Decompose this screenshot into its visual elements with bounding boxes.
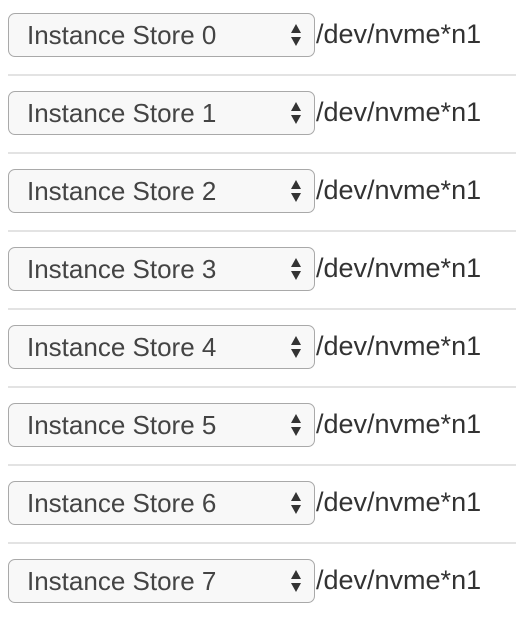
mapping-row: Instance Store 1 /dev/nvme*n1 bbox=[0, 91, 516, 169]
device-path: /dev/nvme*n1 bbox=[316, 409, 482, 439]
divider bbox=[8, 308, 516, 310]
mapping-row: Instance Store 4 /dev/nvme*n1 bbox=[0, 325, 516, 403]
instance-store-select[interactable]: Instance Store 3 bbox=[8, 247, 315, 291]
instance-store-select[interactable]: Instance Store 0 bbox=[8, 13, 315, 57]
instance-store-select[interactable]: Instance Store 5 bbox=[8, 403, 315, 447]
divider bbox=[8, 386, 516, 388]
mapping-row: Instance Store 2 /dev/nvme*n1 bbox=[0, 169, 516, 247]
select-value: Instance Store 6 bbox=[27, 488, 217, 518]
up-down-chevron-icon bbox=[291, 414, 301, 436]
up-down-chevron-icon bbox=[291, 570, 301, 592]
mapping-row: Instance Store 7 /dev/nvme*n1 bbox=[0, 559, 516, 637]
device-path: /dev/nvme*n1 bbox=[316, 253, 482, 283]
mapping-row: Instance Store 0 /dev/nvme*n1 bbox=[0, 13, 516, 91]
mapping-row: Instance Store 6 /dev/nvme*n1 bbox=[0, 481, 516, 559]
device-path: /dev/nvme*n1 bbox=[316, 175, 482, 205]
select-value: Instance Store 2 bbox=[27, 176, 217, 206]
select-value: Instance Store 7 bbox=[27, 566, 217, 596]
select-value: Instance Store 5 bbox=[27, 410, 217, 440]
select-value: Instance Store 0 bbox=[27, 20, 217, 50]
up-down-chevron-icon bbox=[291, 336, 301, 358]
instance-store-select[interactable]: Instance Store 2 bbox=[8, 169, 315, 213]
up-down-chevron-icon bbox=[291, 258, 301, 280]
device-path: /dev/nvme*n1 bbox=[316, 331, 482, 361]
select-value: Instance Store 1 bbox=[27, 98, 217, 128]
instance-store-select[interactable]: Instance Store 6 bbox=[8, 481, 315, 525]
up-down-chevron-icon bbox=[291, 180, 301, 202]
divider bbox=[8, 74, 516, 76]
select-value: Instance Store 4 bbox=[27, 332, 217, 362]
mapping-row: Instance Store 3 /dev/nvme*n1 bbox=[0, 247, 516, 325]
device-path: /dev/nvme*n1 bbox=[316, 565, 482, 595]
instance-store-select[interactable]: Instance Store 7 bbox=[8, 559, 315, 603]
up-down-chevron-icon bbox=[291, 24, 301, 46]
device-path: /dev/nvme*n1 bbox=[316, 487, 482, 517]
instance-store-mapping-list: Instance Store 0 /dev/nvme*n1 Instance S… bbox=[0, 13, 516, 637]
device-path: /dev/nvme*n1 bbox=[316, 97, 482, 127]
instance-store-select[interactable]: Instance Store 1 bbox=[8, 91, 315, 135]
divider bbox=[8, 542, 516, 544]
up-down-chevron-icon bbox=[291, 492, 301, 514]
device-path: /dev/nvme*n1 bbox=[316, 19, 482, 49]
divider bbox=[8, 464, 516, 466]
mapping-row: Instance Store 5 /dev/nvme*n1 bbox=[0, 403, 516, 481]
select-value: Instance Store 3 bbox=[27, 254, 217, 284]
up-down-chevron-icon bbox=[291, 102, 301, 124]
divider bbox=[8, 152, 516, 154]
divider bbox=[8, 230, 516, 232]
instance-store-select[interactable]: Instance Store 4 bbox=[8, 325, 315, 369]
